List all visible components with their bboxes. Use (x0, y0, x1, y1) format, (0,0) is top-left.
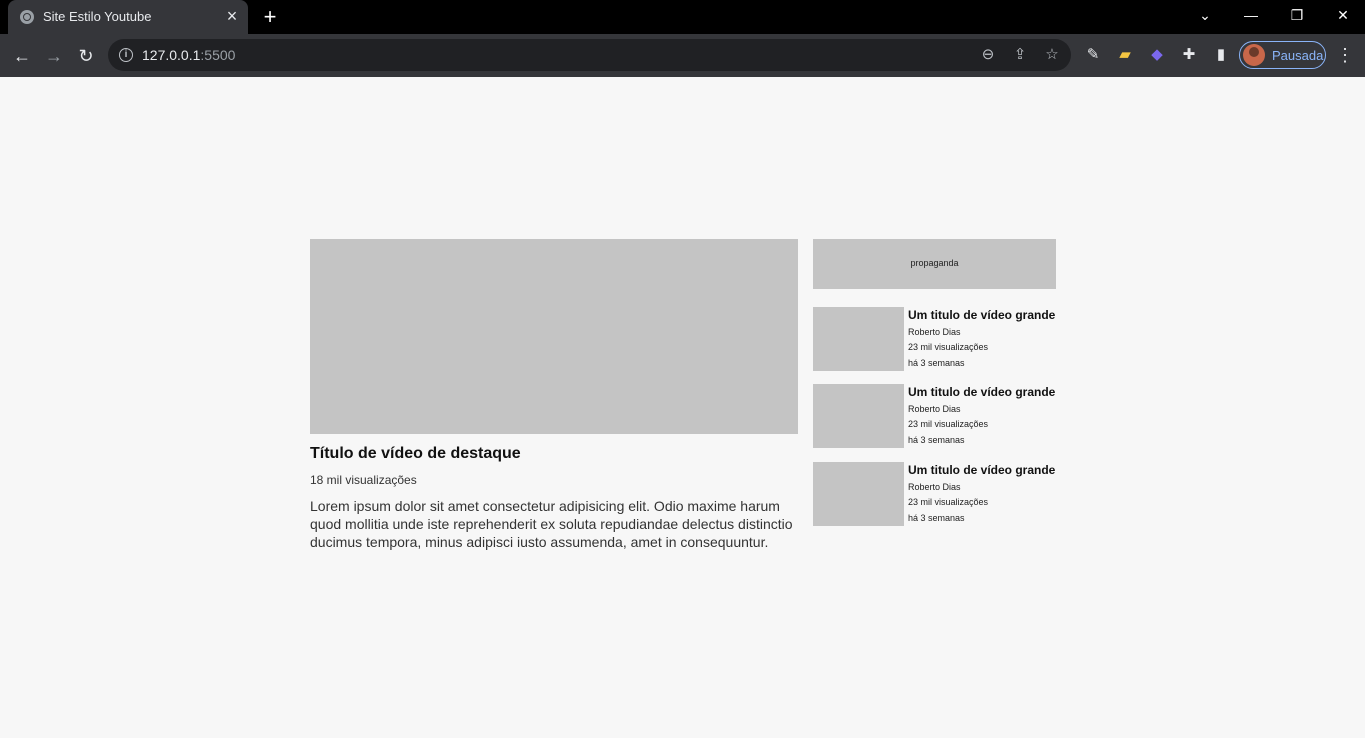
address-bar[interactable]: i 127.0.0.1:5500 ⊖ ⇪ ☆ (108, 39, 1071, 71)
tab-search-chevron-icon[interactable]: ⌄ (1182, 0, 1228, 30)
folder-extension-icon[interactable]: ▰ (1115, 45, 1135, 65)
side-video-thumbnail[interactable] (813, 307, 904, 371)
side-video-age: há 3 semanas (908, 513, 965, 523)
browser-toolbar: ← → ↻ i 127.0.0.1:5500 ⊖ ⇪ ☆ ✎ ▰ ◆ ✚ ▮ P… (0, 34, 1365, 77)
side-video-age: há 3 semanas (908, 358, 965, 368)
featured-video-title[interactable]: Título de vídeo de destaque (310, 445, 521, 463)
side-video-title[interactable]: Um titulo de vídeo grande (908, 308, 1055, 322)
browser-tab[interactable]: Site Estilo Youtube × (8, 0, 248, 34)
minimize-button[interactable]: — (1228, 0, 1274, 30)
side-video-views: 23 mil visualizações (908, 497, 989, 507)
side-video-age: há 3 semanas (908, 435, 965, 445)
side-video-channel: Roberto Dias (908, 482, 961, 492)
side-video-views: 23 mil visualizações (908, 342, 989, 352)
profile-button[interactable]: Pausada (1239, 41, 1326, 69)
close-window-button[interactable]: ✕ (1320, 0, 1365, 30)
side-video-thumbnail[interactable] (813, 462, 904, 526)
back-button[interactable]: ← (8, 42, 36, 70)
profile-label: Pausada (1272, 48, 1324, 63)
side-panel-icon[interactable]: ▮ (1211, 45, 1231, 65)
side-video-channel: Roberto Dias (908, 327, 961, 337)
dark-extension-icon[interactable]: ◆ (1147, 45, 1167, 65)
side-video-item[interactable]: Um titulo de vídeo grande Roberto Dias 2… (813, 384, 1056, 448)
side-video-title[interactable]: Um titulo de vídeo grande (908, 385, 1055, 399)
ad-banner[interactable]: propaganda (813, 239, 1056, 289)
featured-video-views: 18 mil visualizações (310, 473, 417, 487)
close-tab-icon[interactable]: × (223, 7, 241, 25)
restore-button[interactable]: ❐ (1274, 0, 1320, 30)
url-text[interactable]: 127.0.0.1:5500 (142, 47, 235, 63)
featured-video-description: Lorem ipsum dolor sit amet consectetur a… (310, 498, 793, 550)
tab-strip: Site Estilo Youtube × + ⌄ — ❐ ✕ (0, 0, 1365, 34)
site-info-icon[interactable]: i (119, 48, 133, 62)
share-icon[interactable]: ⇪ (1010, 45, 1030, 65)
extensions-puzzle-icon[interactable]: ✚ (1179, 45, 1199, 65)
side-video-views: 23 mil visualizações (908, 419, 989, 429)
side-video-thumbnail[interactable] (813, 384, 904, 448)
side-video-item[interactable]: Um titulo de vídeo grande Roberto Dias 2… (813, 462, 1056, 526)
reload-button[interactable]: ↻ (72, 42, 100, 70)
bookmark-star-icon[interactable]: ☆ (1042, 45, 1062, 65)
url-host: 127.0.0.1 (142, 47, 201, 63)
browser-menu-icon[interactable]: ⋮ (1335, 45, 1355, 65)
side-video-channel: Roberto Dias (908, 404, 961, 414)
side-video-title[interactable]: Um titulo de vídeo grande (908, 463, 1055, 477)
url-port: :5500 (200, 47, 236, 63)
new-tab-button[interactable]: + (258, 5, 282, 29)
globe-icon (20, 10, 34, 24)
avatar (1243, 44, 1265, 66)
page-content: Título de vídeo de destaque 18 mil visua… (0, 77, 1365, 738)
side-video-item[interactable]: Um titulo de vídeo grande Roberto Dias 2… (813, 307, 1056, 371)
forward-button[interactable]: → (40, 42, 68, 70)
ad-label: propaganda (910, 258, 959, 268)
color-picker-extension-icon[interactable]: ✎ (1083, 45, 1103, 65)
featured-video-thumbnail[interactable] (310, 239, 798, 434)
tab-title: Site Estilo Youtube (43, 9, 152, 24)
zoom-out-icon[interactable]: ⊖ (978, 45, 998, 65)
